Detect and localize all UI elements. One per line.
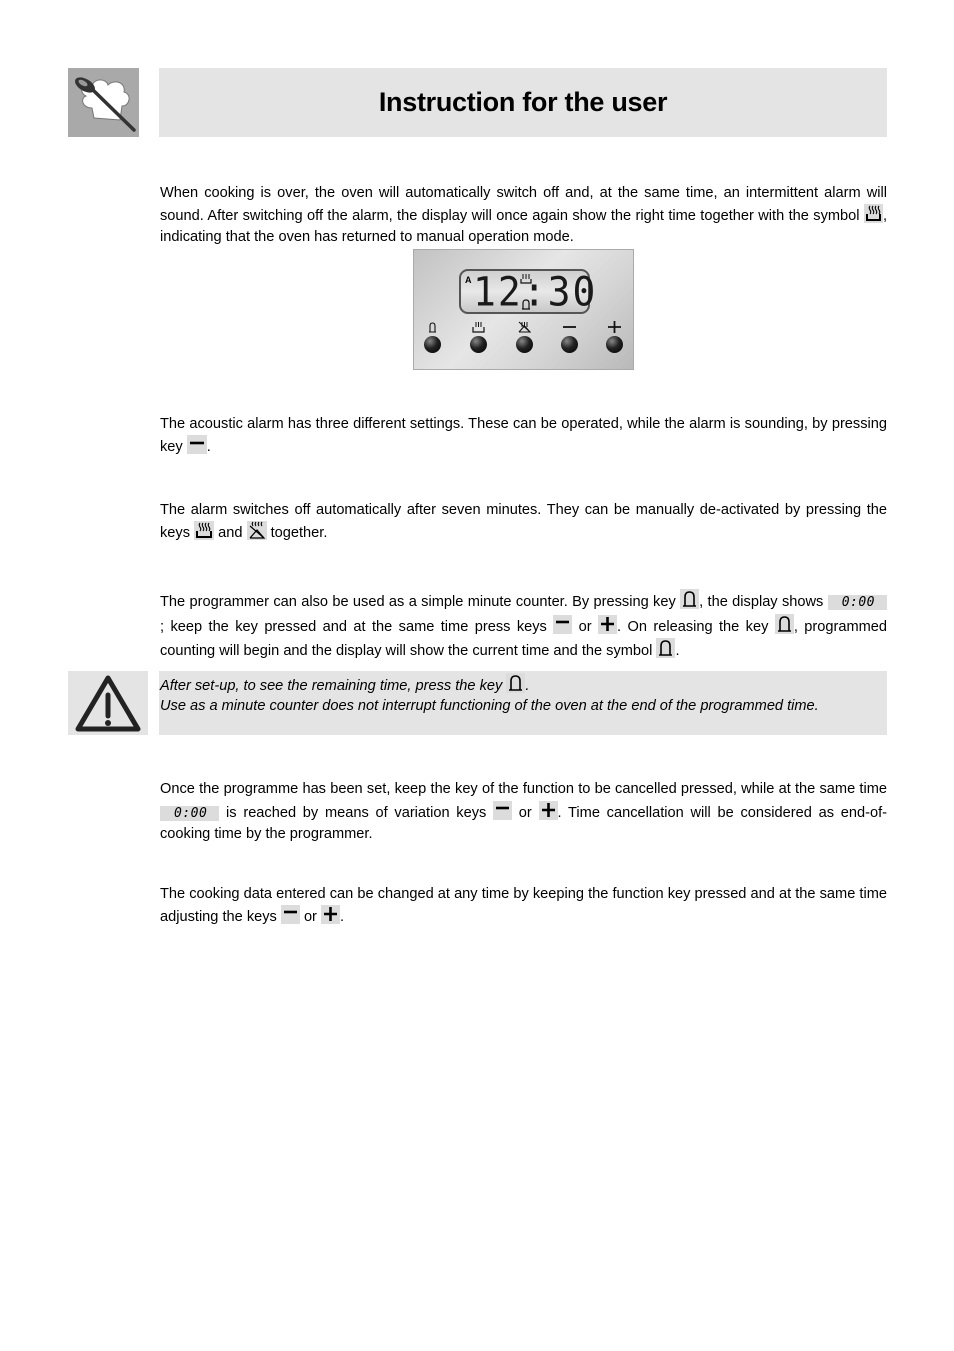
paragraph-time-cancellation: Once the programme has been set, keep th… — [160, 781, 887, 842]
bell-icon — [506, 673, 526, 693]
bell-icon — [680, 589, 700, 609]
paragraph-acoustic-alarm: The acoustic alarm has three different s… — [160, 416, 887, 455]
bell-icon — [522, 299, 530, 310]
key-label-plus — [606, 320, 623, 334]
plus-icon — [320, 905, 340, 924]
warning-text: After set-up, to see the remaining time,… — [160, 673, 819, 716]
minus-icon — [186, 435, 207, 454]
warning-triangle-icon — [75, 675, 141, 732]
logo — [68, 68, 139, 137]
key-label-minute-minder — [424, 320, 441, 334]
plus-key[interactable] — [606, 336, 623, 353]
minus-icon — [563, 326, 576, 328]
plus-icon — [538, 800, 558, 820]
end-of-cooking-key[interactable] — [516, 336, 533, 353]
minus-icon — [553, 614, 573, 634]
bell-icon — [774, 613, 794, 634]
chef-hat-spoon-icon — [75, 77, 136, 132]
end-cooking-icon — [518, 321, 532, 333]
end-cooking-icon — [246, 521, 267, 540]
lcd-display: A 12:30 — [459, 269, 595, 314]
bell-icon — [656, 638, 676, 658]
paragraph-minute-counter: The programmer can also be used as a sim… — [160, 589, 887, 663]
bell-icon — [429, 322, 436, 333]
page-title: Instruction for the user — [378, 87, 668, 117]
plus-icon — [608, 321, 621, 333]
minute-minder-key[interactable] — [424, 336, 441, 353]
cooking-duration-key[interactable] — [470, 336, 487, 353]
paragraph-alarm-switch-off: The alarm switches off automatically aft… — [160, 502, 887, 541]
warning-note: After set-up, to see the remaining time,… — [159, 671, 887, 735]
key-label-end-of-cooking — [516, 320, 533, 334]
paragraph-end-of-cooking: When cooking is over, the oven will auto… — [160, 185, 887, 245]
display-time: 12:30 — [473, 268, 598, 316]
auto-indicator: A — [465, 275, 472, 285]
warning-icon-box — [68, 671, 148, 735]
display-zero-time: 0:00 — [827, 595, 887, 610]
header-bar: Instruction for the user — [159, 68, 887, 137]
minus-key[interactable] — [561, 336, 578, 353]
minus-icon — [493, 800, 513, 820]
manual-cooking-icon — [472, 322, 485, 333]
manual-cooking-icon — [863, 204, 883, 223]
programmer-control-panel: A 12:30 — [413, 249, 634, 370]
manual-cooking-icon — [520, 274, 532, 284]
key-label-minus — [561, 320, 578, 334]
paragraph-change-data: The cooking data entered can be changed … — [160, 886, 887, 925]
minus-icon — [280, 905, 300, 924]
display-zero-time: 0:00 — [160, 805, 220, 821]
key-label-cooking-duration — [470, 320, 487, 334]
manual-cooking-icon — [194, 521, 215, 540]
plus-icon — [598, 614, 618, 634]
